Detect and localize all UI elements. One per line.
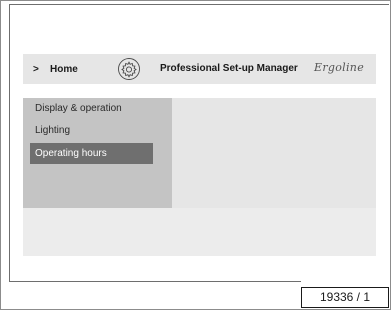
lower-panel [23, 208, 376, 256]
home-link[interactable]: Home [50, 64, 78, 75]
figure-reference: 19336 / 1 [301, 287, 389, 308]
content-area [172, 98, 376, 208]
home-breadcrumb[interactable]: > Home [33, 64, 78, 75]
page-title: Professional Set-up Manager [160, 63, 298, 74]
chevron-right-icon: > [33, 63, 39, 75]
header-bar: > Home Professional Set-up Manager Ergol… [23, 54, 376, 84]
menu-item-display-operation[interactable]: Display & operation [30, 98, 153, 119]
brand-logo: Ergoline [314, 61, 364, 74]
gear-icon[interactable] [117, 57, 141, 81]
settings-menu: Display & operation Lighting Operating h… [23, 98, 172, 208]
menu-item-operating-hours[interactable]: Operating hours [30, 143, 153, 164]
screen-border-top [9, 4, 389, 5]
screen-border-left [9, 4, 10, 281]
menu-item-lighting[interactable]: Lighting [30, 120, 153, 141]
screen-border-bottom [9, 281, 301, 282]
